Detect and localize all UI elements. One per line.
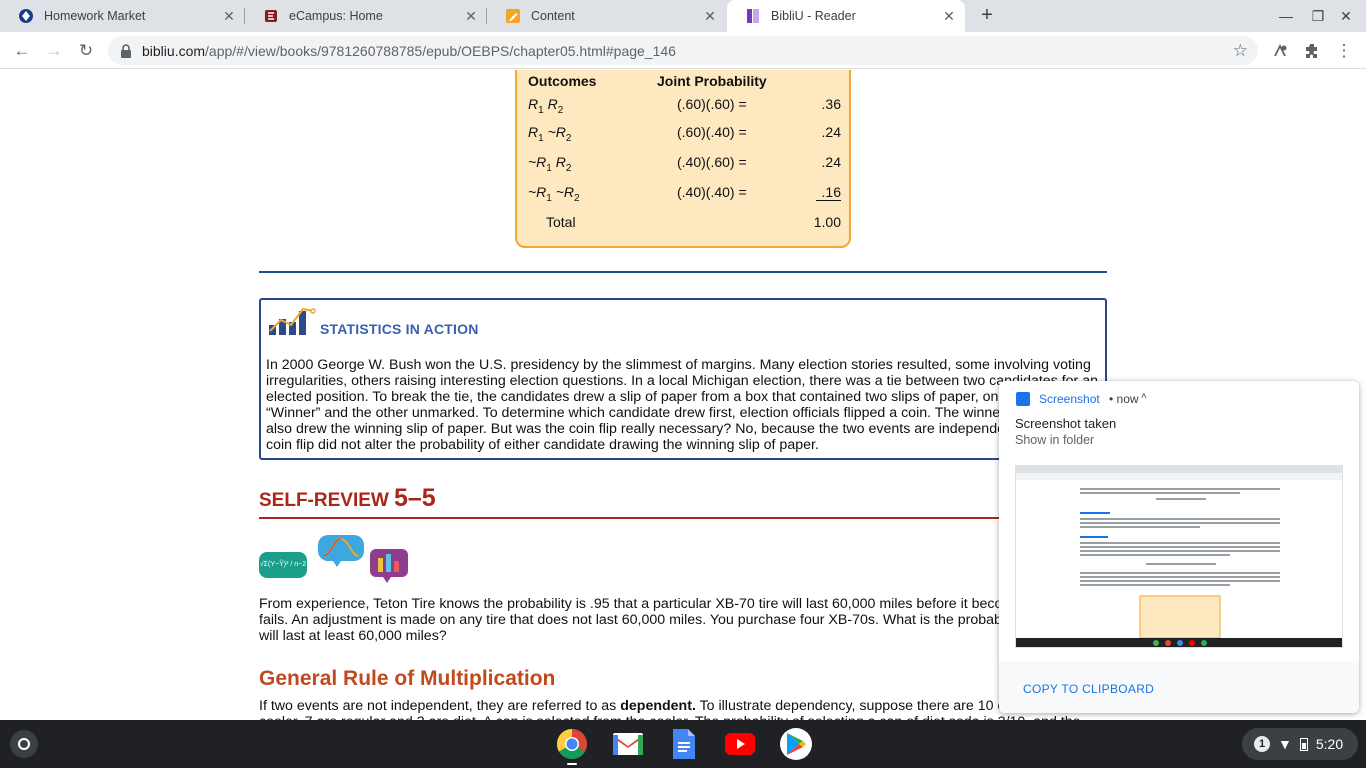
reload-icon[interactable]: ↻ xyxy=(73,38,99,64)
tab-content[interactable]: Content ✕ xyxy=(487,0,726,32)
close-icon[interactable]: ✕ xyxy=(463,8,479,24)
close-icon[interactable]: ✕ xyxy=(702,8,718,24)
expression: (.60)(.40) = xyxy=(677,124,747,140)
joint-value: .36 xyxy=(821,96,841,112)
tab-title: eCampus: Home xyxy=(289,9,383,23)
tab-bibliu-reader[interactable]: BibliU - Reader ✕ xyxy=(727,0,965,32)
section-heading: General Rule of Multiplication xyxy=(259,667,556,690)
url-path: /app/#/view/books/9781260788785/epub/OEB… xyxy=(205,42,676,59)
table-row: ~R1 ~R2 (.40)(.40) = .16 xyxy=(517,184,853,212)
tab-title: Content xyxy=(531,9,575,23)
general-rule-text: If two events are not independent, they … xyxy=(259,698,1105,720)
statistics-in-action-box: STATISTICS IN ACTION In 2000 George W. B… xyxy=(259,298,1107,460)
col-outcomes: Outcomes xyxy=(528,73,597,89)
close-icon[interactable]: ✕ xyxy=(941,8,957,24)
outcome: R1 ~R2 xyxy=(528,124,572,144)
self-review-divider xyxy=(259,517,1107,519)
bar-chart-icon xyxy=(267,305,317,337)
minimize-icon[interactable]: — xyxy=(1276,6,1296,26)
tab-ecampus[interactable]: eCampus: Home ✕ xyxy=(245,0,487,32)
active-app-indicator xyxy=(567,763,577,765)
section-body: In 2000 George W. Bush won the U.S. pres… xyxy=(266,357,1100,453)
table-total-row: Total 1.00 xyxy=(517,214,853,242)
bar-chart-bubble-icon xyxy=(370,549,408,583)
screenshot-preview[interactable] xyxy=(1015,465,1343,648)
youtube-icon[interactable] xyxy=(724,728,756,760)
tab-homework-market[interactable]: Homework Market ✕ xyxy=(0,0,245,32)
docs-icon[interactable] xyxy=(668,728,700,760)
profile-extension-icon[interactable] xyxy=(1267,38,1293,64)
copy-to-clipboard-button[interactable]: COPY TO CLIPBOARD xyxy=(1023,682,1154,696)
close-icon[interactable]: ✕ xyxy=(221,8,237,24)
star-icon[interactable]: ☆ xyxy=(1233,41,1248,61)
joint-value: .16 xyxy=(815,184,841,201)
screenshot-app-icon xyxy=(1016,392,1030,406)
menu-icon[interactable]: ⋮ xyxy=(1331,38,1357,64)
chrome-icon[interactable] xyxy=(556,728,588,760)
url-host: bibliu.com xyxy=(142,42,206,59)
os-shelf: 1 ▼ 5:20 xyxy=(0,720,1366,768)
outcome: ~R1 R2 xyxy=(528,154,572,174)
tab-title: BibliU - Reader xyxy=(771,9,856,23)
launcher-button[interactable] xyxy=(10,730,38,758)
notification-app-name: Screenshot xyxy=(1039,392,1100,406)
browser-toolbar: ← → ↻ bibliu.com/app/#/view/books/978126… xyxy=(0,32,1366,69)
notification-count-badge: 1 xyxy=(1254,736,1270,752)
wifi-icon: ▼ xyxy=(1278,736,1292,752)
self-review-label: SELF-REVIEW xyxy=(259,490,389,511)
table-row: R1 ~R2 (.60)(.40) = .24 xyxy=(517,124,853,152)
restore-icon[interactable]: ❐ xyxy=(1308,6,1328,26)
ecampus-favicon xyxy=(263,8,279,24)
self-review-text: From experience, Teton Tire knows the pr… xyxy=(259,596,1100,644)
homework-market-favicon xyxy=(18,8,34,24)
probability-table: Outcomes Joint Probability R1 R2 (.60)(.… xyxy=(515,70,851,248)
gmail-icon[interactable] xyxy=(612,728,644,760)
self-review-icons: √Σ(Y−Ŷ)² / n−2 xyxy=(259,534,414,584)
screenshot-notification[interactable]: Screenshot • now ˄ Screenshot taken Show… xyxy=(999,381,1359,713)
notification-footer: COPY TO CLIPBOARD xyxy=(999,661,1359,713)
section-title: STATISTICS IN ACTION xyxy=(320,321,479,337)
joint-value: .24 xyxy=(821,124,841,140)
play-store-icon[interactable] xyxy=(780,728,812,760)
content-favicon xyxy=(505,8,521,24)
lock-icon xyxy=(120,43,132,58)
expression: (.40)(.40) = xyxy=(677,184,747,200)
table-row: ~R1 R2 (.40)(.60) = .24 xyxy=(517,154,853,182)
show-in-folder-link[interactable]: Show in folder xyxy=(1015,433,1094,447)
plus-icon[interactable]: + xyxy=(976,4,998,26)
outcome: ~R1 ~R2 xyxy=(528,184,580,204)
total-label: Total xyxy=(546,214,576,230)
close-window-icon[interactable]: ✕ xyxy=(1336,6,1356,26)
outcome: R1 R2 xyxy=(528,96,564,116)
address-bar[interactable]: bibliu.com/app/#/view/books/978126078878… xyxy=(108,36,1258,65)
chevron-up-icon[interactable]: ˄ xyxy=(1141,391,1147,402)
self-review-number: 5–5 xyxy=(394,484,436,512)
forward-icon[interactable]: → xyxy=(41,38,67,64)
battery-icon xyxy=(1299,737,1308,751)
joint-value: .24 xyxy=(821,154,841,170)
clock: 5:20 xyxy=(1315,736,1344,752)
notification-time: • now xyxy=(1109,392,1139,406)
bell-curve-bubble-icon xyxy=(318,535,364,567)
tab-title: Homework Market xyxy=(44,9,146,23)
extension-icon[interactable] xyxy=(1299,38,1325,64)
back-icon[interactable]: ← xyxy=(9,38,35,64)
launcher-icon xyxy=(18,738,30,750)
table-row: R1 R2 (.60)(.60) = .36 xyxy=(517,96,853,124)
formula-bubble-icon: √Σ(Y−Ŷ)² / n−2 xyxy=(259,552,307,578)
notification-title: Screenshot taken xyxy=(1015,416,1117,431)
section-divider xyxy=(259,271,1107,273)
tab-strip: Homework Market ✕ eCampus: Home ✕ Conten… xyxy=(0,0,1366,32)
expression: (.60)(.60) = xyxy=(677,96,747,112)
expression: (.40)(.60) = xyxy=(677,154,747,170)
status-tray[interactable]: 1 ▼ 5:20 xyxy=(1242,728,1358,760)
bibliu-favicon xyxy=(745,8,761,24)
col-joint-probability: Joint Probability xyxy=(657,73,767,89)
total-value: 1.00 xyxy=(813,214,841,230)
